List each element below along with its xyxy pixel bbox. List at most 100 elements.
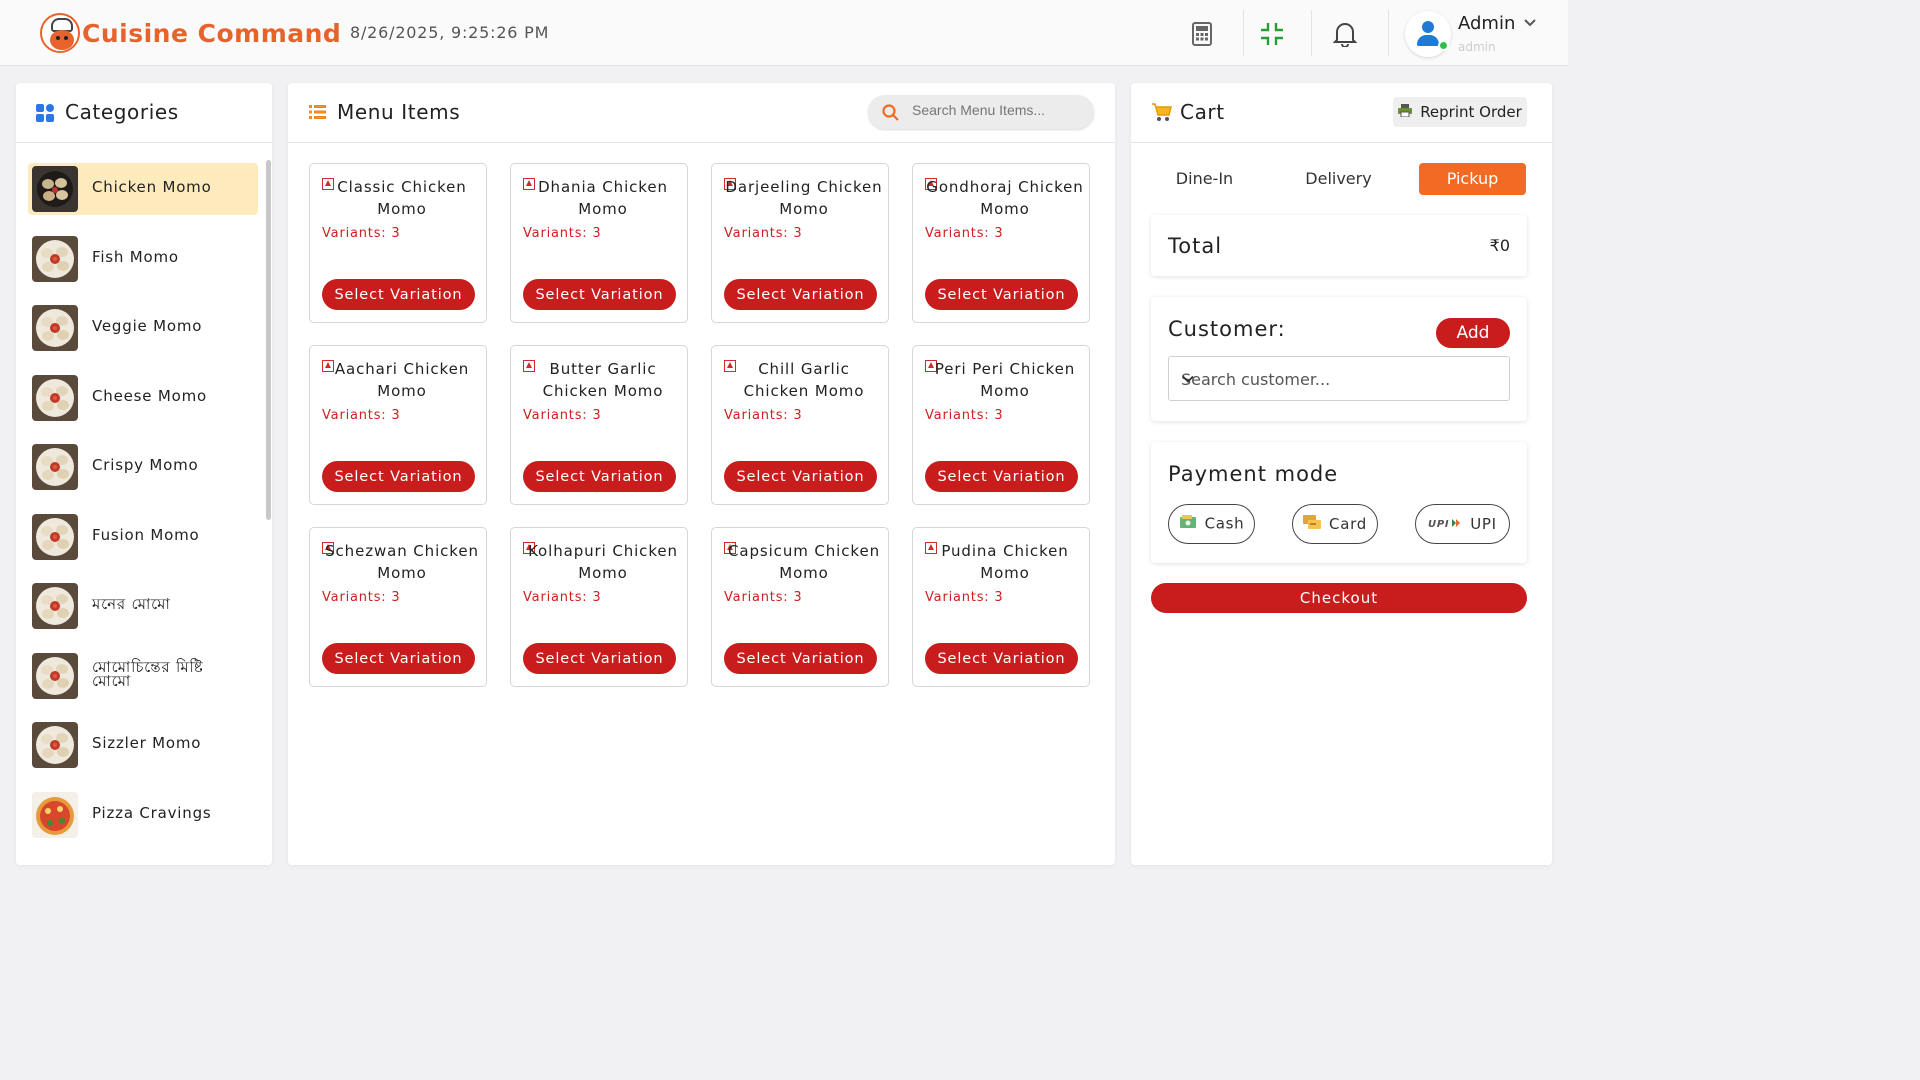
menu-item-card[interactable]: Capsicum Chicken Momo Variants: 3 Select V…	[711, 527, 889, 687]
category-label: মনের মোমো	[92, 595, 171, 613]
select-variation-button[interactable]: Select Variation	[322, 461, 475, 492]
menu-item-variants: Variants: 3	[925, 408, 1004, 423]
menu-item-variants: Variants: 3	[724, 590, 803, 605]
search-icon	[882, 104, 899, 126]
category-thumbnail	[32, 444, 78, 490]
compress-icon[interactable]	[1252, 14, 1292, 54]
reprint-order-button[interactable]: Reprint Order	[1393, 97, 1527, 127]
menu-item-variants: Variants: 3	[925, 590, 1004, 605]
category-label: Fish Momo	[92, 247, 179, 266]
grid-icon	[36, 104, 54, 127]
order-type-tab[interactable]: Delivery	[1285, 163, 1392, 195]
user-menu[interactable]: Admin admin	[1405, 11, 1545, 57]
cart-header: Cart Reprint Order	[1131, 83, 1552, 143]
header-divider	[1311, 10, 1312, 56]
category-item[interactable]: মোমোচিন্তের মিষ্টি মোমো	[28, 650, 258, 702]
select-variation-button[interactable]: Select Variation	[925, 279, 1078, 310]
category-item[interactable]: Chicken Momo	[28, 163, 258, 215]
select-variation-button[interactable]: Select Variation	[523, 643, 676, 674]
menu-item-name: Gondhoraj Chicken Momo	[926, 178, 1084, 218]
category-thumbnail	[32, 374, 78, 421]
order-type-tab[interactable]: Dine-In	[1151, 163, 1258, 195]
payment-upi-button[interactable]: UPI UPI	[1415, 504, 1510, 544]
menu-panel: Menu Items Classic Chicken Momo Variants:…	[288, 83, 1115, 865]
menu-header: Menu Items	[288, 83, 1115, 143]
category-item[interactable]: Cheese Momo	[28, 372, 258, 424]
menu-item-card[interactable]: Butter Garlic Chicken Momo Variants: 3 Sel…	[510, 345, 688, 505]
category-thumbnail	[32, 652, 78, 699]
select-variation-button[interactable]: Select Variation	[523, 279, 676, 310]
select-variation-button[interactable]: Select Variation	[523, 461, 676, 492]
upi-icon: UPI	[1428, 515, 1462, 533]
chevron-down-icon[interactable]	[1523, 15, 1537, 34]
category-thumbnail	[32, 235, 78, 282]
menu-item-card[interactable]: Classic Chicken Momo Variants: 3 Select Va…	[309, 163, 487, 323]
add-customer-button[interactable]: Add	[1436, 318, 1510, 348]
app-title: Cuisine Command	[82, 18, 342, 48]
select-variation-button[interactable]: Select Variation	[724, 461, 877, 492]
menu-item-variants: Variants: 3	[523, 408, 602, 423]
cart-title: Cart	[1180, 100, 1225, 124]
menu-item-card[interactable]: Dhania Chicken Momo Variants: 3 Select Var…	[510, 163, 688, 323]
payment-cash-button[interactable]: Cash	[1168, 504, 1255, 544]
customer-select[interactable]: Search customer...	[1168, 356, 1510, 401]
menu-item-card[interactable]: Gondhoraj Chicken Momo Variants: 3 Select …	[912, 163, 1090, 323]
order-type-tab[interactable]: Pickup	[1419, 163, 1526, 195]
menu-item-variants: Variants: 3	[322, 408, 401, 423]
category-item[interactable]: Fusion Momo	[28, 511, 258, 563]
menu-item-variants: Variants: 3	[523, 590, 602, 605]
menu-search-input[interactable]	[912, 102, 1082, 118]
menu-item-card[interactable]: Aachari Chicken Momo Variants: 3 Select Va…	[309, 345, 487, 505]
category-thumbnail	[32, 305, 78, 351]
category-item[interactable]: Veggie Momo	[28, 302, 258, 354]
category-item[interactable]: Fish Momo	[28, 233, 258, 285]
category-item[interactable]: Sizzler Momo	[28, 719, 258, 771]
menu-item-name: Classic Chicken Momo	[337, 178, 467, 218]
online-status-dot	[1438, 40, 1449, 51]
chevron-down-icon	[1181, 371, 1495, 390]
total-value: ₹0	[1489, 236, 1510, 255]
category-label: Cheese Momo	[92, 386, 207, 405]
menu-item-card[interactable]: Chill Garlic Chicken Momo Variants: 3 Sele…	[711, 345, 889, 505]
menu-item-name: Pudina Chicken Momo	[941, 542, 1069, 582]
category-label: Fusion Momo	[92, 525, 200, 544]
category-thumbnail	[32, 513, 78, 560]
menu-item-card[interactable]: Peri Peri Chicken Momo Variants: 3 Select …	[912, 345, 1090, 505]
category-label: মোমোচিন্তের মিষ্টি মোমো	[92, 657, 204, 690]
menu-item-card[interactable]: Darjeeling Chicken Momo Variants: 3 Select…	[711, 163, 889, 323]
category-label: Crispy Momo	[92, 456, 199, 474]
header-divider	[1388, 10, 1389, 56]
payment-card: Payment mode Cash Card UPI UPI	[1151, 442, 1527, 563]
category-thumbnail	[32, 791, 78, 838]
category-thumbnail	[32, 583, 78, 629]
categories-header: Categories	[16, 83, 272, 143]
category-item[interactable]: Crispy Momo	[28, 441, 258, 493]
checkout-button[interactable]: Checkout	[1151, 583, 1527, 613]
menu-item-card[interactable]: Pudina Chicken Momo Variants: 3 Select Var…	[912, 527, 1090, 687]
menu-item-variants: Variants: 3	[322, 226, 401, 241]
select-variation-button[interactable]: Select Variation	[724, 279, 877, 310]
category-scrollbar[interactable]	[266, 160, 271, 520]
menu-item-card[interactable]: Kolhapuri Chicken Momo Variants: 3 Select …	[510, 527, 688, 687]
select-variation-button[interactable]: Select Variation	[322, 643, 475, 674]
menu-item-name: Capsicum Chicken Momo	[728, 542, 880, 582]
order-type-tabs: Dine-In Delivery Pickup	[1151, 163, 1527, 195]
category-item[interactable]: Pizza Cravings	[28, 789, 258, 841]
user-avatar	[1405, 11, 1451, 57]
calculator-icon[interactable]	[1182, 14, 1222, 54]
list-icon	[309, 105, 326, 124]
select-variation-button[interactable]: Select Variation	[925, 461, 1078, 492]
payment-card-button[interactable]: Card	[1292, 504, 1378, 544]
select-variation-button[interactable]: Select Variation	[322, 279, 475, 310]
menu-search-box[interactable]	[868, 95, 1094, 129]
menu-item-card[interactable]: Schezwan Chicken Momo Variants: 3 Select V…	[309, 527, 487, 687]
category-item[interactable]: মনের মোমো	[28, 580, 258, 632]
menu-item-name: Schezwan Chicken Momo	[325, 542, 479, 582]
cash-icon	[1179, 514, 1197, 534]
menu-item-variants: Variants: 3	[523, 226, 602, 241]
select-variation-button[interactable]: Select Variation	[724, 643, 877, 674]
select-variation-button[interactable]: Select Variation	[925, 643, 1078, 674]
category-thumbnail	[32, 722, 78, 768]
menu-item-name: Butter Garlic Chicken Momo	[542, 360, 664, 400]
bell-icon[interactable]	[1325, 14, 1365, 54]
